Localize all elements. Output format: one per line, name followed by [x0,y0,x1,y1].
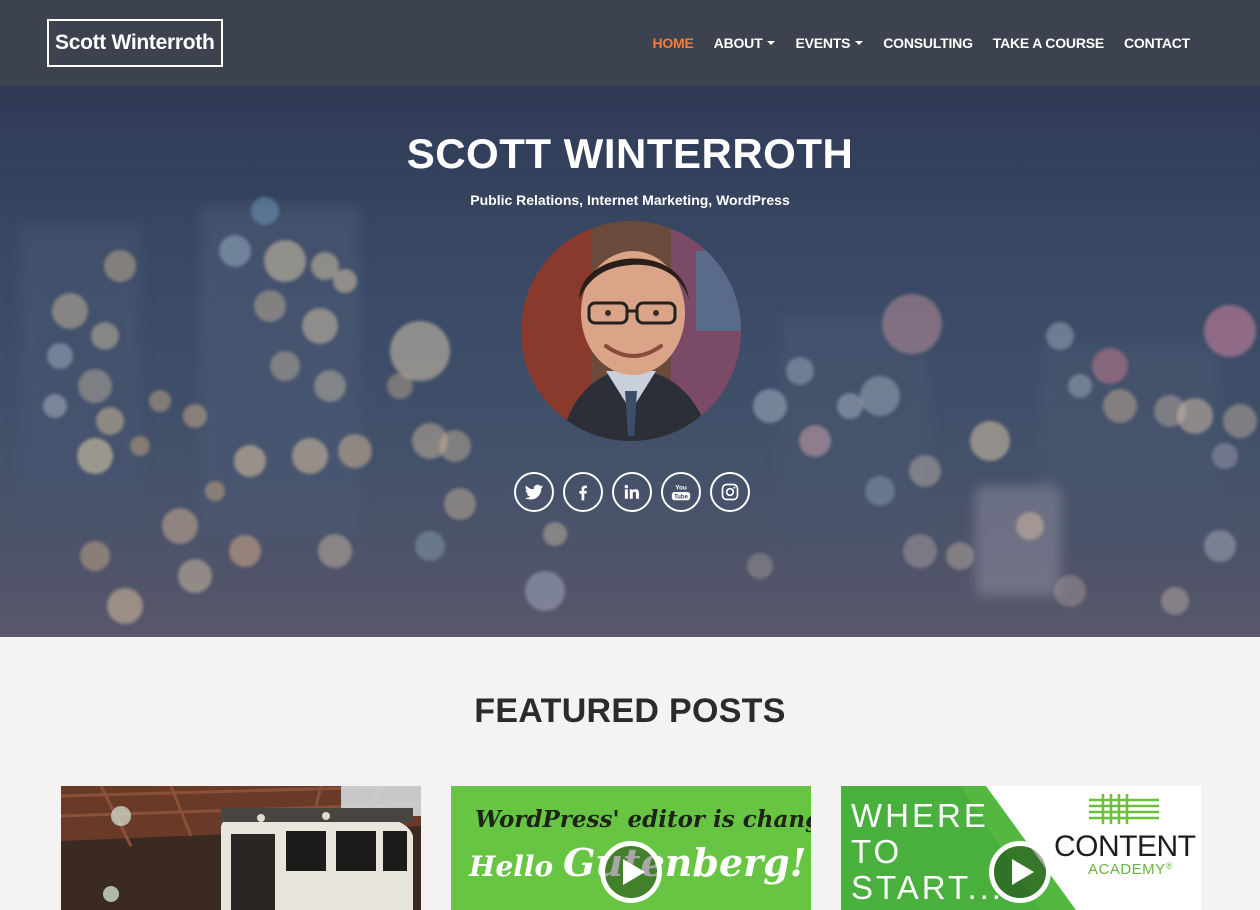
hero-section: SCOTT WINTERROTH Public Relations, Inter… [0,86,1260,637]
featured-posts-heading: FEATURED POSTS [474,692,786,730]
featured-post-card[interactable]: WordPress' editor is changing. Hello Gut… [451,786,811,910]
main-nav: HOME ABOUT EVENTS CONSULTING TAKE A COUR… [652,0,1190,86]
navbar: Scott Winterroth HOME ABOUT EVENTS CONSU… [0,0,1260,86]
card-headline: WHERE TO START... [851,798,1004,906]
svg-text:Tube: Tube [674,494,688,500]
play-icon[interactable] [989,841,1051,903]
site-logo[interactable]: Scott Winterroth [47,19,223,67]
nav-about-label: ABOUT [713,35,763,51]
nav-contact[interactable]: CONTACT [1124,35,1190,51]
avatar [521,221,741,441]
card-line: START... [851,869,1004,906]
svg-text:You: You [675,484,687,491]
nav-about[interactable]: ABOUT [714,35,776,51]
caret-down-icon [855,41,864,45]
content-academy-logo-title: CONTENT [1054,830,1196,863]
registered-mark: ® [1165,861,1173,871]
play-icon[interactable] [600,841,662,903]
nav-contact-label: CONTACT [1124,35,1190,51]
caret-down-icon [767,41,776,45]
linkedin-icon[interactable] [612,472,652,512]
card-subheadline-prefix: Hello [469,850,563,883]
card-line: WHERE [851,797,989,834]
nav-events[interactable]: EVENTS [795,35,864,51]
card-line: TO [851,833,903,870]
social-links: You Tube [514,472,750,512]
hero-title: SCOTT WINTERROTH [406,130,854,177]
content-academy-logo-subtitle: ACADEMY® [1088,861,1173,878]
featured-post-card[interactable]: WHERE TO START... CONTENT ACADEMY® [841,786,1201,910]
nav-home-label: HOME [652,35,694,51]
nav-events-label: EVENTS [795,35,851,51]
nav-take-a-course-label: TAKE A COURSE [992,35,1104,51]
nav-take-a-course[interactable]: TAKE A COURSE [993,35,1104,51]
twitter-icon[interactable] [514,472,554,512]
train-photo-image [61,786,421,910]
hero-subtitle: Public Relations, Internet Marketing, Wo… [470,192,790,208]
nav-home[interactable]: HOME [652,35,693,51]
content-academy-logo-subtitle-text: ACADEMY [1088,861,1166,878]
nav-consulting-label: CONSULTING [883,35,973,51]
instagram-icon[interactable] [710,472,750,512]
featured-post-card[interactable] [61,786,421,910]
card-headline: WordPress' editor is changing. [475,806,811,833]
facebook-icon[interactable] [563,472,603,512]
youtube-icon[interactable]: You Tube [661,472,701,512]
card-subheadline-word: Gutenberg! [562,840,807,885]
nav-consulting[interactable]: CONSULTING [883,35,973,51]
